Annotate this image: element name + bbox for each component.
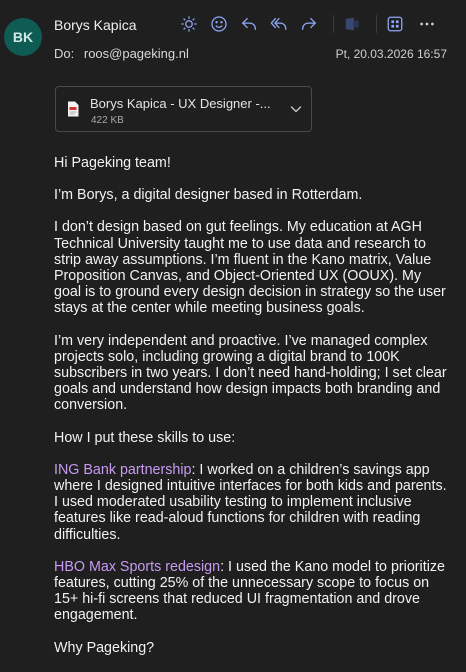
skills-intro: How I put these skills to use: bbox=[54, 429, 236, 446]
attachment-name: Borys Kapica - UX Designer -... bbox=[90, 96, 271, 111]
hbo-paragraph: HBO Max Sports redesign: I used the Kano… bbox=[54, 559, 449, 624]
chevron-down-icon[interactable] bbox=[289, 102, 303, 116]
forward-icon[interactable] bbox=[297, 12, 321, 36]
avatar[interactable]: BK bbox=[4, 18, 42, 56]
message-header: BK Borys Kapica Do: roos@pageking.nl Pt,… bbox=[0, 0, 466, 80]
more-icon[interactable] bbox=[415, 12, 439, 36]
attachment-size: 422 KB bbox=[91, 115, 124, 126]
sun-icon[interactable] bbox=[177, 12, 201, 36]
intro-paragraph: I’m Borys, a digital designer based in R… bbox=[54, 187, 363, 204]
emoji-icon[interactable] bbox=[207, 12, 231, 36]
message-toolbar bbox=[177, 12, 445, 36]
reply-icon[interactable] bbox=[237, 12, 261, 36]
greeting: Hi Pageking team! bbox=[54, 155, 171, 171]
sender-name[interactable]: Borys Kapica bbox=[54, 17, 136, 33]
message-body: Hi Pageking team! I’m Borys, a digital d… bbox=[54, 155, 449, 672]
to-label: Do: bbox=[54, 46, 75, 61]
independence-paragraph: I’m very independent and proactive. I’ve… bbox=[54, 332, 447, 414]
why-heading: Why Pageking? bbox=[54, 639, 155, 656]
attachment-card[interactable]: Borys Kapica - UX Designer -... 422 KB bbox=[55, 86, 312, 132]
sent-date: Pt, 20.03.2026 16:57 bbox=[335, 47, 447, 61]
recipient-row: Do: roos@pageking.nl bbox=[54, 46, 189, 61]
recipient-address[interactable]: roos@pageking.nl bbox=[84, 46, 189, 61]
ing-highlight: ING Bank partnership bbox=[54, 461, 192, 478]
education-paragraph: I don’t design based on gut feelings. My… bbox=[54, 219, 446, 317]
reply-all-icon[interactable] bbox=[267, 12, 291, 36]
apps-icon[interactable] bbox=[383, 12, 407, 36]
hbo-highlight: HBO Max Sports redesign bbox=[54, 558, 221, 575]
pdf-file-icon bbox=[67, 101, 79, 117]
ing-paragraph: ING Bank partnership: I worked on a chil… bbox=[54, 462, 449, 543]
toolbar-divider bbox=[376, 15, 377, 33]
teams-icon[interactable] bbox=[340, 12, 364, 36]
toolbar-divider bbox=[333, 15, 334, 33]
